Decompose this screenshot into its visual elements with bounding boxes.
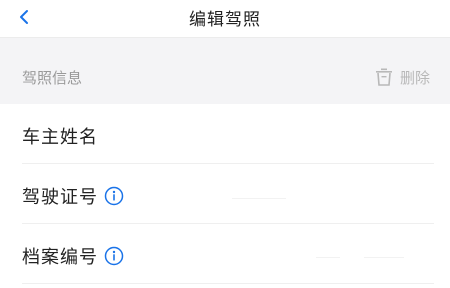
delete-button[interactable]: 删除 [374, 65, 430, 89]
owner-name-label: 车主姓名 [22, 127, 98, 148]
owner-name-input[interactable] [204, 118, 434, 150]
info-icon[interactable] [104, 186, 124, 206]
form-row-owner-name: 车主姓名 [0, 104, 450, 164]
trash-icon [374, 67, 394, 87]
nav-bar: 编辑驾照 [0, 0, 450, 38]
section-header: 驾照信息 删除 [0, 38, 450, 104]
section-title: 驾照信息 [22, 69, 83, 87]
file-number-input[interactable] [204, 238, 434, 270]
placeholder-line [364, 257, 404, 258]
row-divider [22, 283, 434, 284]
form-row-file-number: 档案编号 [0, 224, 450, 284]
delete-label: 删除 [399, 68, 430, 87]
license-number-input[interactable] [204, 178, 434, 210]
license-number-label: 驾驶证号 [22, 187, 98, 208]
placeholder-line [232, 198, 286, 199]
page-title: 编辑驾照 [189, 10, 261, 30]
info-icon[interactable] [104, 246, 124, 266]
file-number-label: 档案编号 [22, 247, 98, 268]
form-row-license-number: 驾驶证号 [0, 164, 450, 224]
placeholder-line [316, 257, 340, 258]
